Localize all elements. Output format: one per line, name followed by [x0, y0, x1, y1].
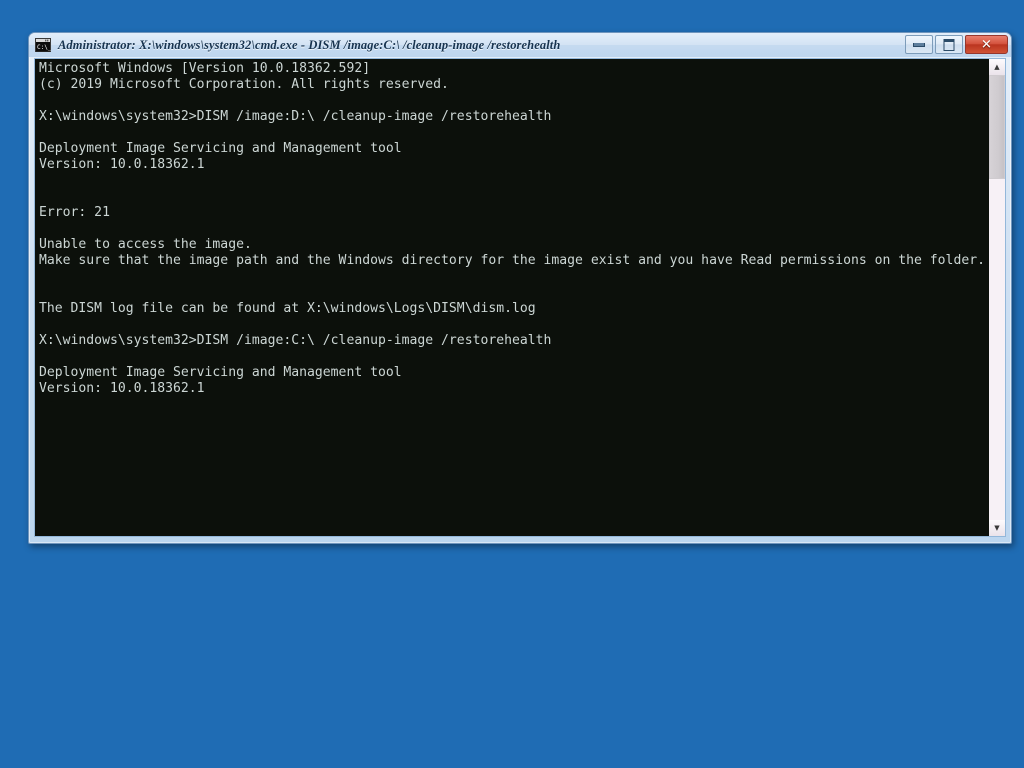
window-title-bar[interactable]: C:\_ Administrator: X:\windows\system32\… — [29, 33, 1011, 57]
minimize-button[interactable] — [905, 35, 933, 54]
scrollbar-track[interactable] — [989, 75, 1005, 520]
minimize-icon — [913, 42, 925, 47]
vertical-scrollbar[interactable]: ▲ ▼ — [988, 59, 1005, 536]
chevron-down-icon: ▼ — [994, 523, 1000, 532]
chevron-up-icon: ▲ — [994, 62, 1000, 71]
console-output-text: Microsoft Windows [Version 10.0.18362.59… — [39, 61, 985, 396]
scroll-up-button[interactable]: ▲ — [989, 59, 1005, 75]
svg-text:C:\_: C:\_ — [37, 44, 51, 51]
maximize-button[interactable] — [935, 35, 963, 54]
console-client-area[interactable]: Microsoft Windows [Version 10.0.18362.59… — [34, 58, 1006, 537]
console-screen[interactable]: Microsoft Windows [Version 10.0.18362.59… — [35, 59, 988, 536]
close-icon: ✕ — [981, 37, 992, 52]
scroll-down-button[interactable]: ▼ — [989, 520, 1005, 536]
cmd-exe-icon: C:\_ — [35, 38, 52, 52]
command-prompt-window[interactable]: C:\_ Administrator: X:\windows\system32\… — [28, 32, 1012, 544]
window-title-text: Administrator: X:\windows\system32\cmd.e… — [58, 37, 561, 52]
close-button[interactable]: ✕ — [965, 35, 1008, 54]
window-controls: ✕ — [905, 35, 1008, 54]
maximize-icon — [943, 38, 955, 51]
scrollbar-thumb[interactable] — [989, 75, 1005, 179]
